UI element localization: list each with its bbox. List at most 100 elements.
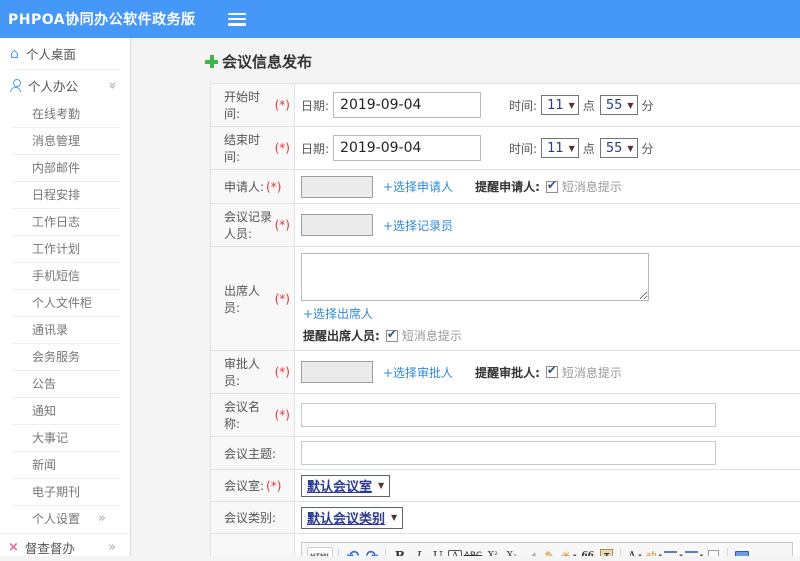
sidebar-subitem-4[interactable]: 工作日志 xyxy=(12,209,120,236)
format-brush-button[interactable]: ✎ xyxy=(541,547,558,556)
field-label: 会议名称: xyxy=(224,400,261,431)
bold-button[interactable]: B xyxy=(391,547,408,556)
fullscreen-button[interactable] xyxy=(733,547,750,556)
chevron-right-icon: » xyxy=(108,540,116,555)
auto-format-button[interactable]: ✳ ▾ xyxy=(560,547,577,556)
select-recorder-link[interactable]: +选择记录员 xyxy=(383,217,453,234)
sidebar-item-label: 个人办公 xyxy=(28,79,79,94)
attendees-textarea[interactable] xyxy=(301,253,649,301)
font-box-icon: A xyxy=(451,550,459,557)
eraser-button[interactable]: ◢ xyxy=(522,547,539,556)
redo-button[interactable]: ↷ xyxy=(363,547,380,556)
new-page-button[interactable] xyxy=(705,547,722,556)
sidebar: ⌂ 个人桌面 个人办公 » 在线考勤 消息管理 内部邮件 日程安排 工作日志 工作计划 手机… xyxy=(0,38,131,556)
required-mark: (*) xyxy=(274,365,290,379)
sidebar-subitem-2[interactable]: 内部邮件 xyxy=(12,155,120,182)
italic-icon: I xyxy=(416,549,422,556)
sidebar-item-label: 个人桌面 xyxy=(25,47,76,62)
required-mark: (*) xyxy=(266,478,282,493)
auto-format-icon: ✳ xyxy=(560,549,571,556)
paste-icon: T xyxy=(600,549,614,556)
meeting-category-select[interactable]: 默认会议类别 ▼ xyxy=(301,506,404,529)
sidebar-item-settings[interactable]: 个人设置 » xyxy=(12,506,120,533)
highlight-button[interactable]: ab ▾ xyxy=(645,547,662,556)
chevron-down-icon: ▼ xyxy=(568,143,575,153)
end-date-input[interactable] xyxy=(333,135,482,161)
paste-button[interactable]: T xyxy=(598,547,615,556)
strikethrough-button[interactable]: ABC xyxy=(463,547,483,556)
sidebar-item-office[interactable]: 个人办公 » xyxy=(0,70,130,101)
blockquote-button[interactable]: 66 xyxy=(579,547,596,556)
select-applicant-link[interactable]: +选择申请人 xyxy=(383,178,453,195)
toolbar-separator xyxy=(620,548,622,556)
end-minute-select[interactable]: 55 ▼ xyxy=(599,138,638,158)
required-mark: (*) xyxy=(274,408,290,422)
sms-remind-checkbox[interactable]: ✔ xyxy=(545,178,558,193)
sidebar-subitem-11[interactable]: 通知 xyxy=(12,398,120,425)
applicant-input[interactable] xyxy=(301,175,373,198)
sidebar-subitem-0[interactable]: 在线考勤 xyxy=(12,101,120,128)
home-icon: ⌂ xyxy=(10,45,19,62)
sidebar-subitem-8[interactable]: 通讯录 xyxy=(12,317,120,344)
sidebar-subitem-10[interactable]: 公告 xyxy=(12,371,120,398)
form-row-attendees: 出席人员: (*) +选择出席人 提醒出席人员: ✔ 短消息提示 xyxy=(211,247,800,351)
sidebar-subitem-13[interactable]: 新闻 xyxy=(12,452,120,479)
blockquote-icon: 66 xyxy=(581,551,594,556)
sidebar-subitem-14[interactable]: 电子期刊 xyxy=(12,479,120,506)
italic-button[interactable]: I xyxy=(410,547,427,556)
sms-remind-checkbox[interactable]: ✔ xyxy=(385,326,398,342)
chevron-down-icon: ▼ xyxy=(378,481,385,490)
sidebar-item-supervise[interactable]: × 督查督办 » xyxy=(0,533,130,561)
toolbar-separator xyxy=(338,548,340,556)
underline-button[interactable]: U xyxy=(429,547,446,556)
meeting-subject-input[interactable] xyxy=(301,441,716,465)
minute-unit-label: 分 xyxy=(641,98,654,113)
html-source-button[interactable]: HTML xyxy=(307,546,334,556)
main-content: 会议信息发布 开始时间: (*) 日期: 时间: 11▼ 点 55▼ 分 结束时间… xyxy=(132,38,800,556)
meeting-form: 开始时间: (*) 日期: 时间: 11▼ 点 55▼ 分 结束时间: (*) 日期… xyxy=(210,83,800,556)
superscript-button[interactable]: X² xyxy=(484,547,501,556)
shuffle-icon: × xyxy=(8,540,19,555)
meeting-name-input[interactable] xyxy=(301,403,716,427)
rich-text-editor: HTML↶↷BIUAABCX²X₂◢✎✳▾66TA▾ab▾▾▾ 自定义标题▾段落… xyxy=(301,542,793,556)
sidebar-submenu: 在线考勤 消息管理 内部邮件 日程安排 工作日志 工作计划 手机短信 个人文件柜 通讯录 会务服务… xyxy=(0,101,130,506)
font-color-button[interactable]: A ▾ xyxy=(626,547,643,556)
sidebar-item-desktop[interactable]: ⌂ 个人桌面 xyxy=(0,38,130,69)
sidebar-subitem-7[interactable]: 个人文件柜 xyxy=(12,290,120,317)
form-row-end-time: 结束时间: (*) 日期: 时间: 11▼ 点 55▼ 分 xyxy=(211,127,800,170)
start-hour-select[interactable]: 11 ▼ xyxy=(541,95,579,115)
field-label: 出席人员: xyxy=(224,283,261,315)
strikethrough-icon: ABC xyxy=(463,551,483,556)
required-mark: (*) xyxy=(266,179,282,194)
sidebar-subitem-9[interactable]: 会务服务 xyxy=(12,344,120,371)
sms-remind-checkbox[interactable]: ✔ xyxy=(545,363,558,378)
end-hour-select[interactable]: 11 ▼ xyxy=(541,138,579,158)
select-approver-link[interactable]: +选择审批人 xyxy=(383,364,453,381)
date-label: 日期: xyxy=(301,98,330,113)
sidebar-subitem-12[interactable]: 大事记 xyxy=(12,425,120,452)
recorder-input[interactable] xyxy=(301,214,373,236)
time-label: 时间: xyxy=(509,98,538,113)
select-attendees-link[interactable]: +选择出席人 xyxy=(303,307,373,321)
check-icon: ✔ xyxy=(386,326,397,341)
start-date-input[interactable] xyxy=(333,92,482,118)
redo-icon: ↷ xyxy=(365,547,379,556)
unordered-list-button[interactable]: ▾ xyxy=(684,547,703,556)
sidebar-subitem-6[interactable]: 手机短信 xyxy=(12,263,120,290)
ordered-list-button[interactable]: ▾ xyxy=(664,547,683,556)
approver-input[interactable] xyxy=(301,361,373,383)
sidebar-subitem-1[interactable]: 消息管理 xyxy=(12,128,120,155)
start-minute-select[interactable]: 55 ▼ xyxy=(599,95,638,115)
field-label: 申请人: xyxy=(224,180,265,194)
subscript-button[interactable]: X₂ xyxy=(503,547,520,556)
field-label: 审批人员: xyxy=(224,357,261,388)
sms-label: 短消息提示 xyxy=(401,329,462,343)
new-page-icon xyxy=(708,549,720,556)
meeting-room-select[interactable]: 默认会议室 ▼ xyxy=(301,474,391,497)
undo-button[interactable]: ↶ xyxy=(344,547,361,556)
sidebar-subitem-5[interactable]: 工作计划 xyxy=(12,236,120,263)
hamburger-icon[interactable] xyxy=(227,12,246,26)
sidebar-subitem-3[interactable]: 日程安排 xyxy=(12,182,120,209)
field-label: 会议主题: xyxy=(224,446,277,461)
font-box-button[interactable]: A xyxy=(448,549,462,557)
